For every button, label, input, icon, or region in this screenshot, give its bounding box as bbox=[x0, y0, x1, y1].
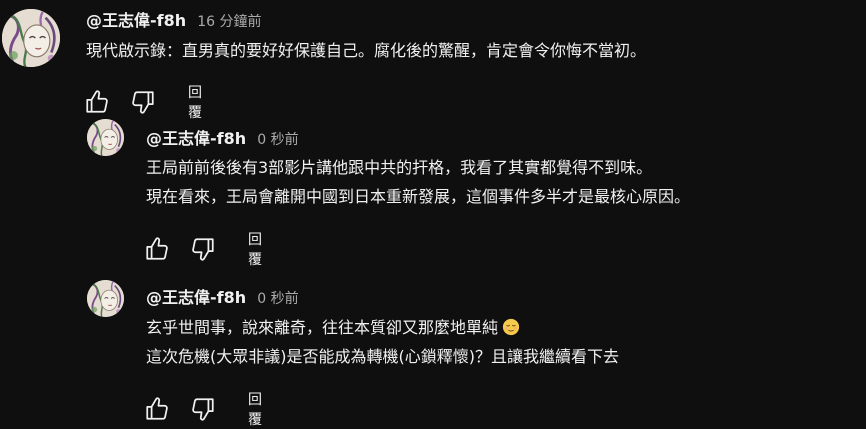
relieved-face-emoji bbox=[502, 318, 520, 336]
avatar-image bbox=[87, 280, 124, 317]
avatar-image bbox=[87, 119, 124, 156]
dislike-button[interactable] bbox=[130, 88, 156, 116]
reply-button[interactable]: 回覆 bbox=[188, 82, 206, 122]
comment-author[interactable]: @王志偉-f8h bbox=[86, 11, 186, 30]
like-button[interactable] bbox=[84, 88, 110, 116]
comment-text: 王局前前後後有3部影片講他跟中共的扞格，我看了其實都覺得不到味。 現在看來，王局… bbox=[146, 153, 690, 211]
reply-button[interactable]: 回覆 bbox=[248, 229, 266, 269]
comment-text-line: 現在看來，王局會離開中國到日本重新發展，這個事件多半才是最核心原因。 bbox=[146, 187, 691, 206]
avatar[interactable] bbox=[2, 9, 60, 67]
thumbs-down-icon bbox=[130, 89, 156, 115]
comment-timestamp[interactable]: 0 秒前 bbox=[257, 132, 298, 148]
dislike-button[interactable] bbox=[190, 395, 216, 423]
like-button[interactable] bbox=[144, 235, 170, 263]
thumbs-up-icon bbox=[144, 236, 170, 262]
avatar-image bbox=[2, 9, 60, 67]
comment-author[interactable]: @王志偉-f8h bbox=[146, 288, 246, 307]
comment-text: 玄乎世間事，說來離奇，往往本質卻又那麼地單純 這次危機(大眾非議)是否能成為轉機… bbox=[146, 313, 619, 371]
thumbs-up-icon bbox=[144, 396, 170, 422]
comment-text-line: 這次危機(大眾非議)是否能成為轉機(心鎖釋懷)？且讓我繼續看下去 bbox=[146, 347, 619, 366]
comment-timestamp[interactable]: 16 分鐘前 bbox=[197, 14, 261, 30]
dislike-button[interactable] bbox=[190, 235, 216, 263]
comment-text-line-content: 玄乎世間事，說來離奇，往往本質卻又那麼地單純 bbox=[146, 318, 499, 337]
comment-text-line: 現代啟示錄：直男真的要好好保護自己。腐化後的驚醒，肯定會令你悔不當初。 bbox=[86, 41, 647, 60]
comment-text-line: 玄乎世間事，說來離奇，往往本質卻又那麼地單純 bbox=[146, 313, 619, 342]
comment-text: 現代啟示錄：直男真的要好好保護自己。腐化後的驚醒，肯定會令你悔不當初。 bbox=[86, 36, 646, 65]
thumbs-up-icon bbox=[84, 89, 110, 115]
thumbs-down-icon bbox=[190, 236, 216, 262]
like-button[interactable] bbox=[144, 395, 170, 423]
thumbs-down-icon bbox=[190, 396, 216, 422]
avatar[interactable] bbox=[87, 119, 124, 156]
comment-text-line: 王局前前後後有3部影片講他跟中共的扞格，我看了其實都覺得不到味。 bbox=[146, 158, 653, 177]
avatar[interactable] bbox=[87, 280, 124, 317]
comment-timestamp[interactable]: 0 秒前 bbox=[257, 291, 298, 307]
comment-author[interactable]: @王志偉-f8h bbox=[146, 129, 246, 148]
reply-button[interactable]: 回覆 bbox=[248, 389, 266, 429]
